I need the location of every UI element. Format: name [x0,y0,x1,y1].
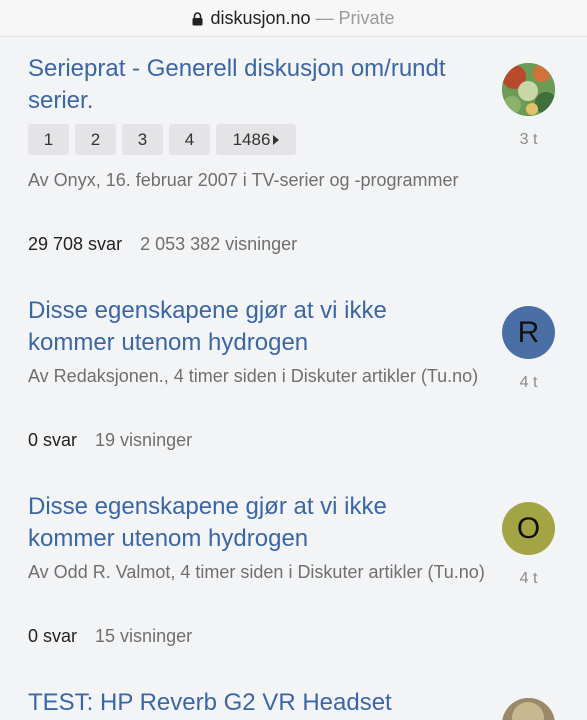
url-separator: — [315,7,334,28]
topic-stats: 29 708 svar 2 053 382 visninger [28,231,297,257]
avatar[interactable] [502,63,555,116]
topic-title[interactable]: Disse egenskapene gjør at vi ikke kommer… [28,295,478,359]
page-label: 4 [184,129,195,149]
page-label: 1 [43,129,54,149]
topic-title[interactable]: Disse egenskapene gjør at vi ikke kommer… [28,491,478,555]
topic-title[interactable]: TEST: HP Reverb G2 VR Headset [28,687,478,719]
avatar-letter: O [516,511,541,545]
page-label: 3 [137,129,148,149]
topic-title[interactable]: Serieprat - Generell diskusjon om/rundt … [28,53,478,117]
topic-meta: Av Odd R. Valmot, 4 timer siden i Diskut… [28,562,485,582]
page-link-1[interactable]: 1 [28,124,69,155]
avatar-image [502,63,555,116]
page-label: 2 [90,129,101,149]
topic-meta: Av Onyx, 16. februar 2007 i TV-serier og… [28,170,459,190]
private-label: Private [338,7,395,28]
page-label: 1486 [232,129,271,149]
page-link-last[interactable]: 1486 [216,124,296,155]
topic-stats: 0 svar 19 visninger [28,427,192,453]
reply-count: 29 708 svar [28,234,123,254]
page-link-4[interactable]: 4 [169,124,210,155]
topic-pagination: 1 2 3 4 1486 [28,124,296,155]
reply-count: 0 svar [28,430,78,450]
url-domain: diskusjon.no [210,7,311,28]
caret-right-icon [273,134,280,145]
last-activity-time: 4 t [519,570,538,587]
avatar[interactable] [502,698,555,720]
avatar-image [502,698,555,720]
address-bar[interactable]: diskusjon.no — Private [0,0,587,37]
last-activity-time: 3 t [519,131,538,148]
avatar-letter: R [517,315,540,349]
avatar[interactable]: O [502,502,555,555]
reply-count: 0 svar [28,626,78,646]
view-count: 15 visninger [95,626,193,646]
topic-meta: Av Redaksjonen., 4 timer siden i Diskute… [28,366,479,386]
last-activity-time: 4 t [519,374,538,391]
page-link-3[interactable]: 3 [122,124,163,155]
topic-stats: 0 svar 15 visninger [28,623,192,649]
page-link-2[interactable]: 2 [75,124,116,155]
avatar[interactable]: R [502,306,555,359]
view-count: 19 visninger [95,430,193,450]
view-count: 2 053 382 visninger [140,234,298,254]
lock-icon [192,12,203,26]
